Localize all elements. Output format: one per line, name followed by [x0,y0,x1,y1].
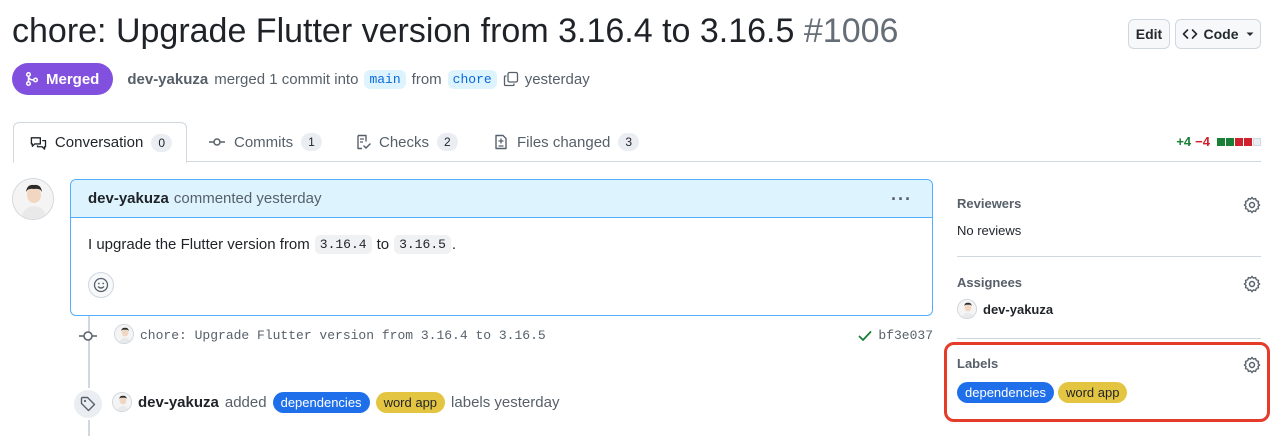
comment-box: dev-yakuza commented yesterday ··· I upg… [70,179,933,316]
git-commit-icon [209,138,225,146]
assignee-avatar [957,299,977,319]
diffstat-block-add [1226,137,1234,146]
tab-label: Checks [379,133,430,151]
copy-icon[interactable] [503,71,519,87]
comment-action[interactable]: commented yesterday [174,190,322,207]
comment-discussion-icon [30,136,47,150]
commit-event: chore: Upgrade Flutter version from 3.16… [78,324,933,348]
caret-down-icon [1246,32,1253,36]
comment-header: dev-yakuza commented yesterday [71,180,932,218]
comment-author-link[interactable]: dev-yakuza [88,190,169,207]
comment-end: . [451,236,457,253]
commit-sha-group: bf3e037 [858,328,933,343]
tab-counter: 2 [437,133,458,151]
assignee-name: dev-yakuza [983,301,1054,317]
gear-icon[interactable] [1243,275,1261,293]
tab-label: Commits [234,133,294,151]
label-action: added [224,394,267,411]
version-to-code: 3.16.5 [394,235,451,254]
label-suffix: labels yesterday [451,394,560,411]
labeled-event: dev-yakuza added dependencies word app l… [72,388,942,420]
file-diff-icon [495,134,507,150]
pr-title-text: chore: Upgrade Flutter version from 3.16… [12,12,795,50]
avatar-image [13,179,53,219]
check-icon[interactable] [858,329,872,343]
comment-options-icon[interactable]: ··· [891,189,912,210]
diffstat[interactable]: +4 −4 [1176,134,1261,149]
label-actor-avatar[interactable] [112,392,132,412]
sidebar-reviewers: Reviewers No reviews [957,196,1261,256]
tag-icon-badge [72,388,104,420]
diffstat-block-del [1244,137,1252,146]
comment-to-text: to [376,236,390,253]
pr-number: #1006 [803,12,899,50]
tag-icon [80,396,96,412]
merge-text: merged 1 commit into [214,70,359,88]
sidebar-divider [957,256,1261,257]
head-branch[interactable]: chore [447,69,497,89]
diffstat-block-add [1217,137,1225,146]
pr-title: chore: Upgrade Flutter version from 3.16… [12,12,898,51]
comment-text: I upgrade the Flutter version from [88,236,310,253]
avatar-image [115,325,133,343]
code-icon [1182,29,1197,39]
version-from-code: 3.16.4 [314,235,372,254]
base-branch[interactable]: main [364,69,406,89]
author-avatar[interactable] [12,178,54,220]
tab-commits[interactable]: Commits 1 [192,122,336,162]
labeled-event-text: dev-yakuza added dependencies word app l… [138,392,559,413]
pr-author-link[interactable]: dev-yakuza [127,71,208,88]
commit-author-avatar[interactable] [114,324,134,344]
labels-highlight-box [944,342,1270,422]
commit-message-link[interactable]: chore: Upgrade Flutter version from 3.16… [140,328,546,343]
reviewers-heading[interactable]: Reviewers [957,196,1261,211]
merged-state-badge: Merged [12,63,114,95]
diffstat-block-neutral [1253,137,1261,146]
assignees-heading[interactable]: Assignees [957,275,1261,290]
code-button-label: Code [1203,26,1239,42]
edit-button-label: Edit [1135,26,1163,42]
diffstat-blocks [1216,137,1261,146]
tab-label: Files changed [517,133,611,151]
commit-sha-link[interactable]: bf3e037 [878,328,933,343]
checklist-icon [357,134,371,150]
tab-checks[interactable]: Checks 2 [339,122,472,162]
reviewers-value: No reviews [957,223,1022,238]
diff-additions: +4 [1176,134,1192,149]
diff-deletions: −4 [1195,134,1210,149]
merge-time: yesterday [524,70,590,88]
label-dependencies[interactable]: dependencies [272,392,370,413]
comment-body: I upgrade the Flutter version from 3.16.… [71,218,932,254]
tab-counter: 0 [151,133,172,152]
tab-conversation[interactable]: Conversation 0 [13,122,187,163]
smiley-icon [93,277,109,293]
git-commit-icon [79,331,97,341]
sidebar-assignees: Assignees dev-yakuza [957,275,1261,335]
label-actor-link[interactable]: dev-yakuza [138,394,219,411]
from-text: from [411,70,442,88]
assignee-item[interactable]: dev-yakuza [957,299,1261,319]
tab-files-changed[interactable]: Files changed 3 [477,122,653,162]
sidebar-divider [957,338,1261,339]
gear-icon[interactable] [1243,196,1261,214]
git-merge-icon [25,71,39,87]
merged-state-label: Merged [46,70,100,88]
diffstat-block-del [1235,137,1243,146]
code-button[interactable]: Code [1175,19,1261,49]
tab-label: Conversation [54,134,144,151]
edit-button[interactable]: Edit [1128,19,1170,49]
pr-meta: Merged dev-yakuza merged 1 commit into m… [12,63,590,95]
avatar-image [958,300,976,318]
tab-counter: 3 [618,133,640,151]
pr-tabs: Conversation 0 Commits 1 Checks 2 Files … [13,122,1261,163]
label-word-app[interactable]: word app [375,392,446,413]
add-reaction-button[interactable] [88,272,114,298]
tab-counter: 1 [301,133,322,151]
avatar-image [113,393,131,411]
